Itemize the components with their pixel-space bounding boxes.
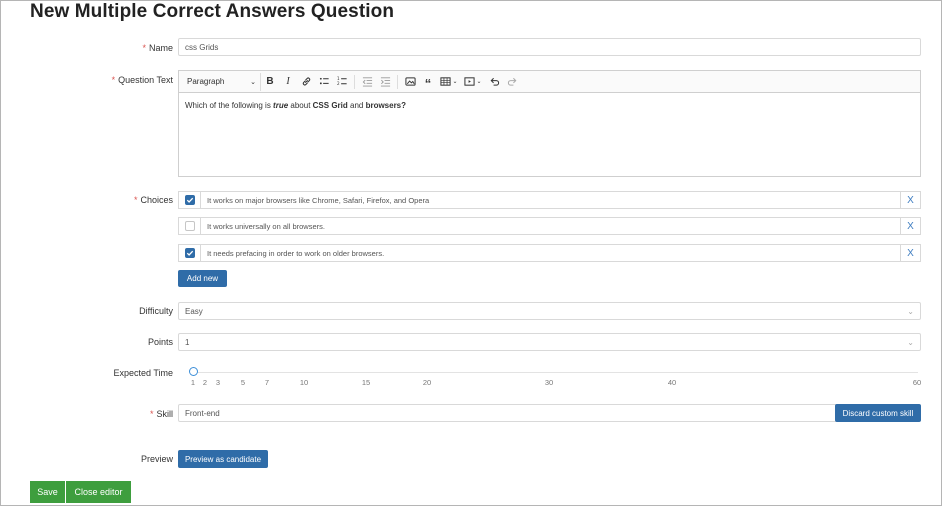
choice-row: It needs prefacing in order to work on o… (178, 244, 921, 262)
svg-text:2: 2 (337, 81, 340, 86)
required-marker: * (133, 195, 138, 205)
choice-checkbox-cell (179, 192, 201, 208)
paragraph-select[interactable]: Paragraph ⌄ (183, 72, 261, 91)
skill-input[interactable] (178, 404, 838, 422)
insert-media-button[interactable]: ⌄ (461, 73, 485, 91)
question-text-part: and (347, 101, 366, 110)
table-icon (440, 77, 452, 86)
required-marker: * (149, 409, 154, 419)
numbered-list-icon: 12 (337, 76, 347, 86)
slider-tick-label: 40 (667, 378, 677, 387)
redo-icon (507, 77, 516, 86)
question-text-emphasis: true (273, 101, 289, 110)
slider-tick-label: 20 (422, 378, 432, 387)
remove-choice-button[interactable]: X (900, 192, 920, 208)
required-marker: * (111, 75, 116, 85)
expected-time-slider-track[interactable] (191, 372, 918, 373)
bold-icon: B (266, 76, 274, 87)
difficulty-select[interactable]: Easy ⌄ (178, 302, 921, 320)
difficulty-value: Easy (185, 306, 203, 316)
chevron-down-icon: ⌄ (452, 79, 458, 85)
save-button[interactable]: Save (30, 481, 65, 503)
page-title: New Multiple Correct Answers Question (30, 1, 395, 22)
slider-tick-label: 10 (299, 378, 309, 387)
remove-choice-button[interactable]: X (900, 245, 920, 261)
toolbar-separator (354, 74, 355, 89)
undo-icon (490, 77, 499, 86)
slider-tick-label: 60 (912, 378, 922, 387)
slider-tick-label: 2 (202, 378, 208, 387)
outdent-button[interactable] (358, 73, 376, 91)
name-input[interactable] (178, 38, 921, 56)
choice-checkbox[interactable] (184, 221, 195, 231)
question-text-editor: Paragraph ⌄ B I 12 “ ⌄ ⌄ Which of the fo… (178, 70, 921, 177)
choice-checkbox-cell (179, 245, 201, 261)
name-label: * Name (142, 43, 173, 53)
bulleted-list-button[interactable] (315, 73, 333, 91)
chevron-down-icon: ⌄ (476, 79, 482, 85)
editor-toolbar: Paragraph ⌄ B I 12 “ ⌄ ⌄ (179, 71, 920, 93)
italic-icon: I (286, 76, 290, 87)
redo-button[interactable] (503, 73, 521, 91)
skill-label: * Skill (149, 409, 173, 419)
insert-table-button[interactable]: ⌄ (437, 73, 461, 91)
slider-tick-label: 15 (361, 378, 371, 387)
indent-button[interactable] (376, 73, 394, 91)
difficulty-label: Difficulty (139, 306, 173, 316)
link-button[interactable] (297, 73, 315, 91)
question-text-part: about (288, 101, 313, 110)
link-icon (302, 77, 310, 86)
choice-checkbox-cell (179, 218, 201, 234)
close-editor-button[interactable]: Close editor (66, 481, 131, 503)
check-icon (186, 197, 193, 203)
question-text-part: Which of the following is (185, 101, 274, 110)
insert-image-button[interactable] (401, 73, 419, 91)
undo-button[interactable] (485, 73, 503, 91)
choice-text[interactable]: It works on major browsers like Chrome, … (201, 192, 900, 208)
slider-tick-label: 5 (240, 378, 246, 387)
expected-time-slider-handle[interactable] (189, 367, 198, 376)
slider-tick-label: 1 (190, 378, 196, 387)
chevron-down-icon: ⌄ (250, 78, 256, 86)
image-icon (404, 77, 416, 86)
chevron-down-icon: ⌄ (907, 306, 914, 316)
chevron-down-icon: ⌄ (907, 337, 914, 347)
remove-choice-button[interactable]: X (900, 218, 920, 234)
preview-label: Preview (140, 454, 173, 464)
italic-button[interactable]: I (279, 73, 297, 91)
choices-label: * Choices (133, 195, 173, 205)
outdent-icon (362, 77, 372, 87)
expected-time-label: Expected Time (113, 368, 173, 378)
question-text-bold: browsers? (365, 101, 407, 110)
slider-tick-label: 3 (215, 378, 221, 387)
preview-as-candidate-button[interactable]: Preview as candidate (178, 450, 268, 468)
bold-button[interactable]: B (261, 73, 279, 91)
choice-checkbox[interactable] (184, 195, 195, 205)
question-text-bold: CSS Grid (312, 101, 348, 110)
toolbar-separator (397, 74, 398, 89)
question-text-label: * Question Text (111, 75, 173, 85)
media-icon (464, 77, 476, 86)
editor-content[interactable]: Which of the following is true about CSS… (179, 93, 920, 118)
choice-checkbox[interactable] (184, 248, 195, 258)
choice-text[interactable]: It works universally on all browsers. (201, 218, 900, 234)
check-icon (186, 250, 193, 256)
slider-tick-label: 30 (544, 378, 554, 387)
choice-row: It works universally on all browsers. X (178, 217, 921, 235)
quote-icon: “ (424, 76, 432, 91)
required-marker: * (142, 43, 146, 53)
points-select[interactable]: 1 ⌄ (178, 333, 921, 351)
choice-row: It works on major browsers like Chrome, … (178, 191, 921, 209)
discard-custom-skill-button[interactable]: Discard custom skill (835, 404, 921, 422)
choice-text[interactable]: It needs prefacing in order to work on o… (201, 245, 900, 261)
points-value: 1 (185, 337, 190, 347)
add-new-choice-button[interactable]: Add new (178, 270, 227, 287)
numbered-list-button[interactable]: 12 (333, 73, 351, 91)
slider-tick-label: 7 (264, 378, 270, 387)
blockquote-button[interactable]: “ (419, 73, 437, 91)
bulleted-list-icon (319, 77, 329, 85)
indent-icon (380, 77, 390, 87)
points-label: Points (147, 337, 173, 347)
